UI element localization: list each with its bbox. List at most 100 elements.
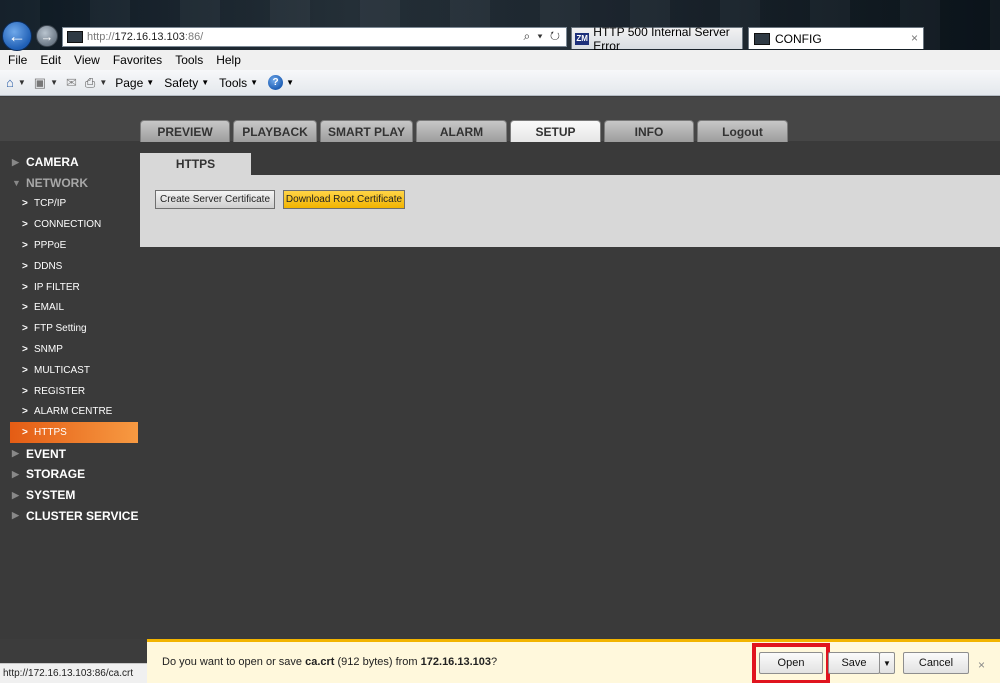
home-button[interactable]: ⌂ ▼: [6, 75, 26, 90]
download-notification-bar: Do you want to open or save ca.crt (912 …: [147, 639, 1000, 683]
download-root-certificate-button[interactable]: Download Root Certificate: [283, 190, 405, 209]
sidebar-item-multicast[interactable]: > MULTICAST: [0, 360, 140, 381]
chevron-down-icon: ▼: [250, 78, 259, 87]
chevron-right-icon: >: [22, 323, 28, 335]
help-icon: ?: [268, 75, 284, 90]
menu-bar: File Edit View Favorites Tools Help: [0, 50, 1000, 70]
sidebar-item-system[interactable]: ▶ SYSTEM: [0, 485, 140, 506]
caret-right-icon: ▶: [12, 468, 19, 479]
caret-right-icon: ▶: [12, 448, 19, 459]
tab-smart-play[interactable]: SMART PLAY: [320, 120, 413, 142]
home-icon: ⌂: [6, 75, 14, 90]
chevron-right-icon: >: [22, 219, 28, 231]
sidebar-item-storage[interactable]: ▶ STORAGE: [0, 464, 140, 485]
chevron-down-icon: ▼: [17, 78, 26, 87]
chevron-right-icon: >: [22, 302, 28, 314]
status-bar-url: http://172.16.13.103:86/ca.crt: [0, 663, 147, 683]
save-button[interactable]: Save: [828, 652, 880, 674]
chevron-right-icon: >: [22, 427, 28, 439]
back-button[interactable]: ←: [2, 21, 32, 51]
close-tab-icon[interactable]: ×: [911, 31, 918, 45]
config-favicon-icon: [754, 32, 770, 45]
content-tab-https[interactable]: HTTPS: [140, 153, 251, 175]
chevron-right-icon: >: [22, 281, 28, 293]
tab-title: CONFIG: [775, 31, 822, 46]
sidebar-item-event[interactable]: ▶ EVENT: [0, 443, 140, 464]
menu-edit[interactable]: Edit: [40, 53, 61, 67]
sidebar-item-email[interactable]: > EMAIL: [0, 298, 140, 319]
chevron-down-icon: ▼: [99, 78, 108, 87]
chevron-right-icon: >: [22, 240, 28, 252]
cancel-button[interactable]: Cancel: [903, 652, 969, 674]
close-notification-icon[interactable]: ×: [978, 658, 985, 672]
caret-right-icon: ▶: [12, 156, 19, 167]
open-button[interactable]: Open: [759, 652, 823, 674]
sidebar-item-connection[interactable]: > CONNECTION: [0, 214, 140, 235]
tab-preview[interactable]: PREVIEW: [140, 120, 230, 142]
chevron-down-icon: ▼: [286, 78, 294, 87]
chevron-down-icon: ▼: [201, 78, 210, 87]
save-options-button[interactable]: ▼: [879, 652, 895, 674]
sidebar-item-ip-filter[interactable]: > IP FILTER: [0, 277, 140, 298]
tab-alarm[interactable]: ALARM: [416, 120, 507, 142]
feeds-button[interactable]: ▣ ▼: [34, 75, 58, 91]
sidebar-item-network[interactable]: ▼ NETWORK: [0, 173, 140, 194]
menu-favorites[interactable]: Favorites: [113, 53, 162, 67]
sidebar-item-snmp[interactable]: > SNMP: [0, 339, 140, 360]
print-button[interactable]: ⎙ ▼: [85, 75, 107, 91]
chevron-down-icon: ▼: [50, 78, 58, 87]
address-url: http://172.16.13.103:86/: [87, 31, 204, 43]
address-bar[interactable]: http://172.16.13.103:86/ ⌕ ▾ ↻: [62, 27, 567, 47]
sidebar-item-ftp-setting[interactable]: > FTP Setting: [0, 318, 140, 339]
search-refresh-icons[interactable]: ⌕ ▾ ↻: [523, 29, 562, 44]
tab-http-500[interactable]: ZM HTTP 500 Internal Server Error: [571, 25, 743, 53]
chevron-down-icon: ▼: [146, 78, 155, 87]
web-app: PREVIEW PLAYBACK SMART PLAY ALARM SETUP …: [0, 97, 1000, 639]
menu-file[interactable]: File: [8, 53, 27, 67]
sidebar-item-ddns[interactable]: > DDNS: [0, 256, 140, 277]
zm-favicon-icon: ZM: [575, 32, 590, 45]
help-menu[interactable]: ? ▼: [268, 75, 294, 90]
forward-arrow-icon: →: [40, 28, 54, 44]
menu-view[interactable]: View: [74, 53, 100, 67]
safety-menu[interactable]: Safety ▼: [164, 76, 209, 90]
tab-title: HTTP 500 Internal Server Error: [593, 24, 730, 53]
sidebar-item-alarm-centre[interactable]: > ALARM CENTRE: [0, 402, 140, 423]
chevron-right-icon: >: [22, 198, 28, 210]
forward-button[interactable]: →: [36, 25, 58, 47]
tab-setup[interactable]: SETUP: [510, 120, 601, 142]
chevron-right-icon: >: [22, 260, 28, 272]
sidebar-item-cluster-service[interactable]: ▶ CLUSTER SERVICE: [0, 506, 140, 527]
tab-logout[interactable]: Logout: [697, 120, 788, 142]
tab-config[interactable]: CONFIG ×: [748, 27, 924, 49]
menu-help[interactable]: Help: [216, 53, 241, 67]
back-arrow-icon: ←: [8, 25, 26, 46]
sidebar-item-tcpip[interactable]: > TCP/IP: [0, 194, 140, 215]
sidebar-item-https[interactable]: > HTTPS: [10, 422, 138, 444]
download-prompt-text: Do you want to open or save ca.crt (912 …: [162, 656, 498, 668]
mail-icon: ✉: [66, 74, 77, 90]
create-server-certificate-button[interactable]: Create Server Certificate: [155, 190, 275, 209]
menu-tools[interactable]: Tools: [175, 53, 203, 67]
tab-playback[interactable]: PLAYBACK: [233, 120, 317, 142]
sidebar-item-pppoe[interactable]: > PPPoE: [0, 235, 140, 256]
chevron-right-icon: >: [22, 364, 28, 376]
chevron-right-icon: >: [22, 344, 28, 356]
sidebar-item-register[interactable]: > REGISTER: [0, 381, 140, 402]
chevron-right-icon: >: [22, 385, 28, 397]
mail-button[interactable]: ✉: [66, 75, 77, 91]
chevron-down-icon: ▼: [883, 658, 891, 668]
printer-icon: ⎙: [84, 74, 96, 90]
rss-feed-icon: ▣: [33, 74, 47, 90]
command-bar: ⌂ ▼ ▣ ▼ ✉ ⎙ ▼ Page ▼ Safety ▼ Tools ▼ ? ▼: [0, 70, 1000, 96]
tab-info[interactable]: INFO: [604, 120, 694, 142]
page-menu[interactable]: Page ▼: [115, 76, 154, 90]
caret-down-icon: ▼: [12, 178, 21, 189]
page-favicon-icon: [67, 31, 83, 43]
chevron-right-icon: >: [22, 406, 28, 418]
caret-right-icon: ▶: [12, 510, 19, 521]
sidebar-item-camera[interactable]: ▶ CAMERA: [0, 152, 140, 173]
main-nav-tabs: PREVIEW PLAYBACK SMART PLAY ALARM SETUP …: [140, 120, 788, 142]
tools-menu[interactable]: Tools ▼: [219, 76, 258, 90]
setup-sidebar: ▶ CAMERA ▼ NETWORK > TCP/IP > CONNECTION > PP…: [0, 152, 140, 526]
